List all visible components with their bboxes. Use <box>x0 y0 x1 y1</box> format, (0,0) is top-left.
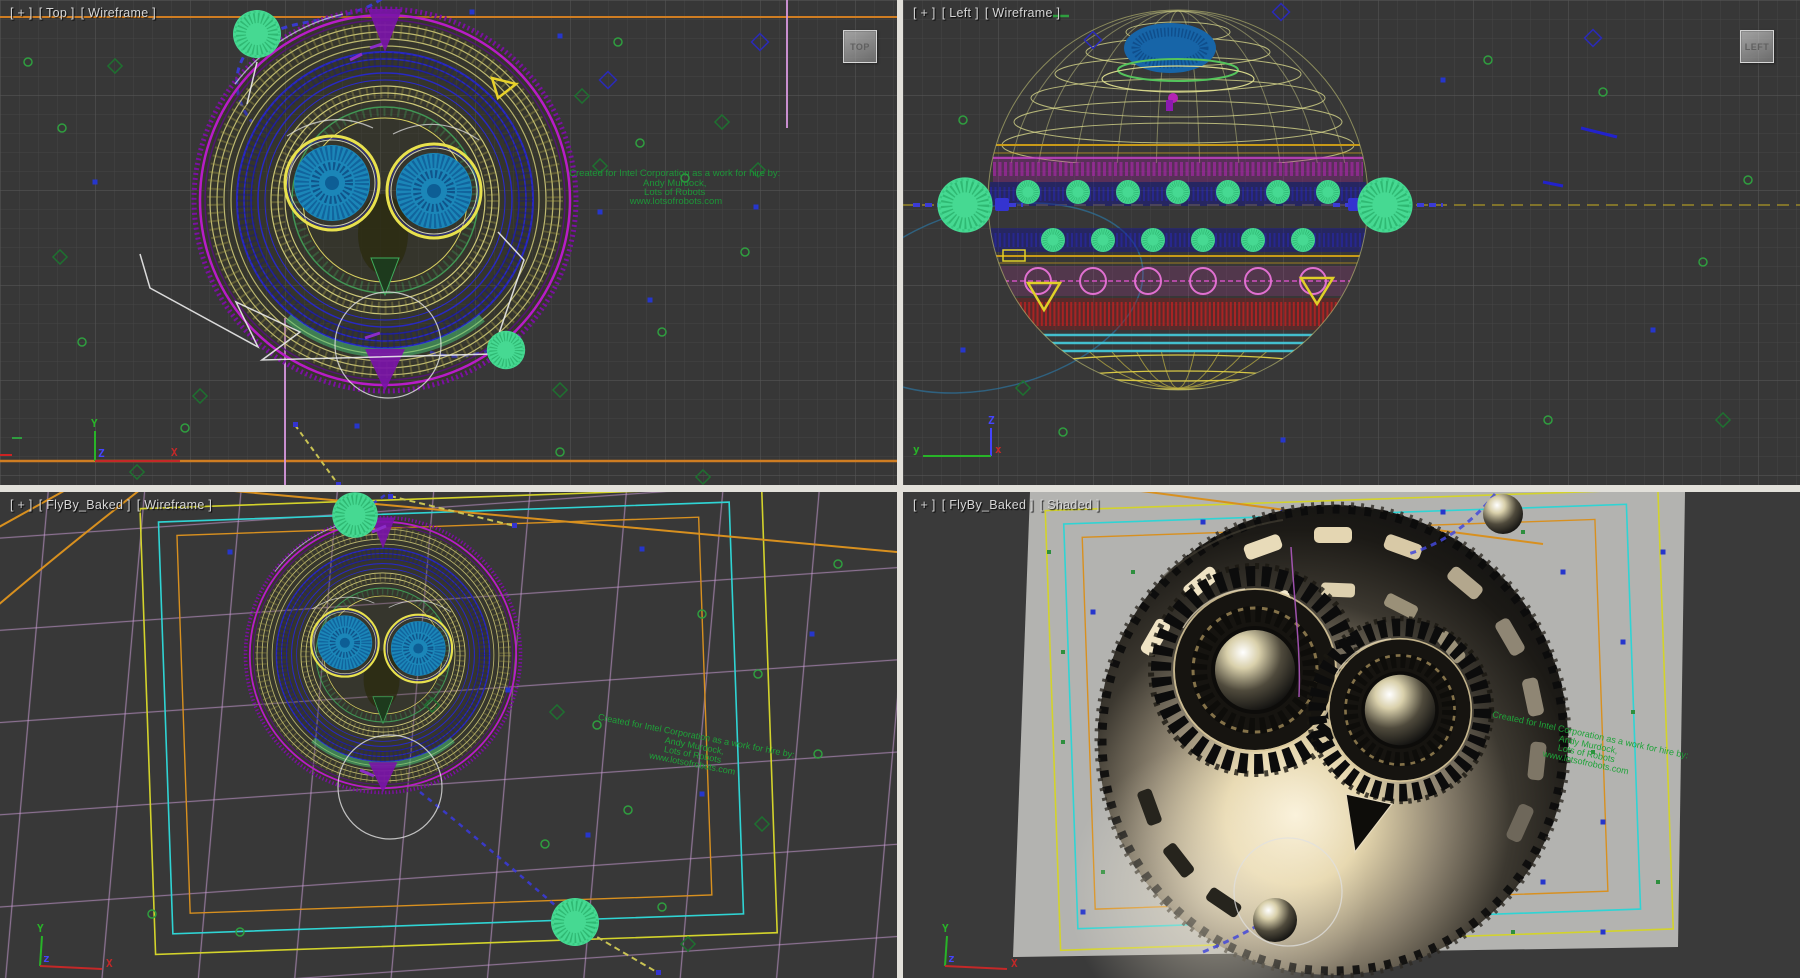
horizontal-splitter[interactable] <box>0 485 1800 492</box>
flyby-shaded-scene: Created for Intel Corporation as a work … <box>903 492 1800 978</box>
viewport-menu-general[interactable]: [ + ] <box>913 6 936 20</box>
viewport-menu-pov[interactable]: [ FlyBy_Baked ] <box>942 498 1034 512</box>
viewport-menu-shading[interactable]: [ Shaded ] <box>1040 498 1100 512</box>
vertical-splitter-bottom[interactable] <box>897 492 903 978</box>
viewport-flyby-shaded-label[interactable]: [ + ] [ FlyBy_Baked ] [ Shaded ] <box>913 498 1100 512</box>
green-sphere-object[interactable] <box>551 898 599 946</box>
viewcube-left[interactable]: LEFT <box>1740 30 1774 63</box>
viewport-left[interactable]: [ + ] [ Left ] [ Wireframe ] LEFT <box>903 0 1800 485</box>
green-sphere-object[interactable] <box>487 331 525 369</box>
viewport-flyby-shaded[interactable]: Created for Intel Corporation as a work … <box>903 492 1800 978</box>
viewport-menu-general[interactable]: [ + ] <box>913 498 936 512</box>
shiny-ball-object[interactable] <box>1253 898 1297 942</box>
viewport-menu-general[interactable]: [ + ] <box>10 6 33 20</box>
viewport-menu-shading[interactable]: [ Wireframe ] <box>137 498 212 512</box>
viewcube-top[interactable]: TOP <box>843 30 877 63</box>
viewport-top-label[interactable]: [ + ] [ Top ] [ Wireframe ] <box>10 6 156 20</box>
viewport-flyby-wireframe[interactable]: Created for Intel Corporation as a work … <box>0 492 897 978</box>
viewport-menu-pov[interactable]: [ Top ] <box>39 6 75 20</box>
viewport-flyby-wireframe-label[interactable]: [ + ] [ FlyBy_Baked ] [ Wireframe ] <box>10 498 212 512</box>
green-sphere-object[interactable] <box>233 10 281 58</box>
shiny-ball-object[interactable] <box>1483 494 1523 534</box>
left-view-scene <box>903 0 1800 485</box>
owl-sphere-wireframe-camera[interactable] <box>245 517 520 792</box>
green-sphere-object[interactable] <box>937 177 992 232</box>
viewport-menu-pov[interactable]: [ FlyBy_Baked ] <box>39 498 131 512</box>
viewport-layout: Created for Intel Corporation as a work … <box>0 0 1800 978</box>
top-view-scene: Created for Intel Corporation as a work … <box>0 0 897 485</box>
green-sphere-object[interactable] <box>332 492 378 538</box>
vertical-splitter-top[interactable] <box>897 0 903 485</box>
viewport-menu-pov[interactable]: [ Left ] <box>942 6 979 20</box>
flyby-wireframe-scene: Created for Intel Corporation as a work … <box>0 492 897 978</box>
viewport-top[interactable]: Created for Intel Corporation as a work … <box>0 0 897 485</box>
viewport-left-label[interactable]: [ + ] [ Left ] [ Wireframe ] <box>913 6 1060 20</box>
green-sphere-object[interactable] <box>1357 177 1412 232</box>
viewport-menu-general[interactable]: [ + ] <box>10 498 33 512</box>
viewport-menu-shading[interactable]: [ Wireframe ] <box>985 6 1060 20</box>
viewport-menu-shading[interactable]: [ Wireframe ] <box>81 6 156 20</box>
